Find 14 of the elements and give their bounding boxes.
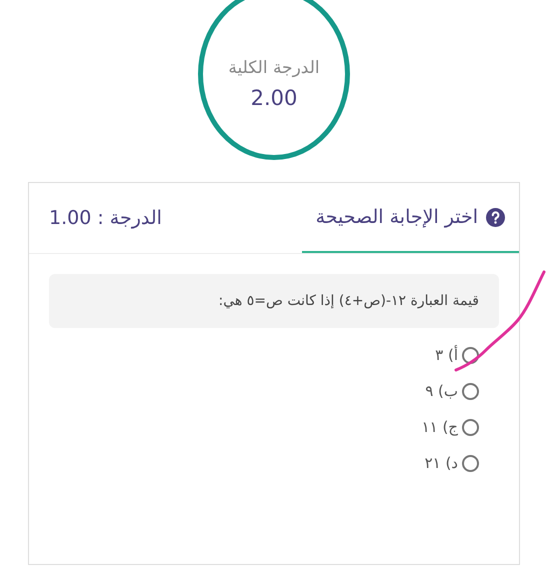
radio-button[interactable] (462, 382, 479, 400)
radio-button[interactable] (462, 418, 479, 436)
option-label[interactable]: د) ٢١ (424, 454, 458, 472)
help-icon[interactable] (486, 208, 505, 226)
question-tab[interactable]: اختر الإجابة الصحيحة (302, 183, 519, 253)
total-score-value: 2.00 (250, 86, 298, 110)
option-label[interactable]: أ) ٣ (435, 346, 458, 364)
total-score-label: الدرجة الكلية (228, 58, 320, 78)
question-text: قيمة العبارة ١٢-(ص+٤) إذا كانت ص=٥ هي: (49, 274, 499, 328)
question-score: الدرجة : 1.00 (49, 207, 162, 229)
option-label[interactable]: ب) ٩ (425, 382, 458, 400)
radio-button[interactable] (462, 346, 479, 364)
radio-button[interactable] (462, 454, 479, 472)
option-label[interactable]: ج) ١١ (422, 418, 458, 436)
